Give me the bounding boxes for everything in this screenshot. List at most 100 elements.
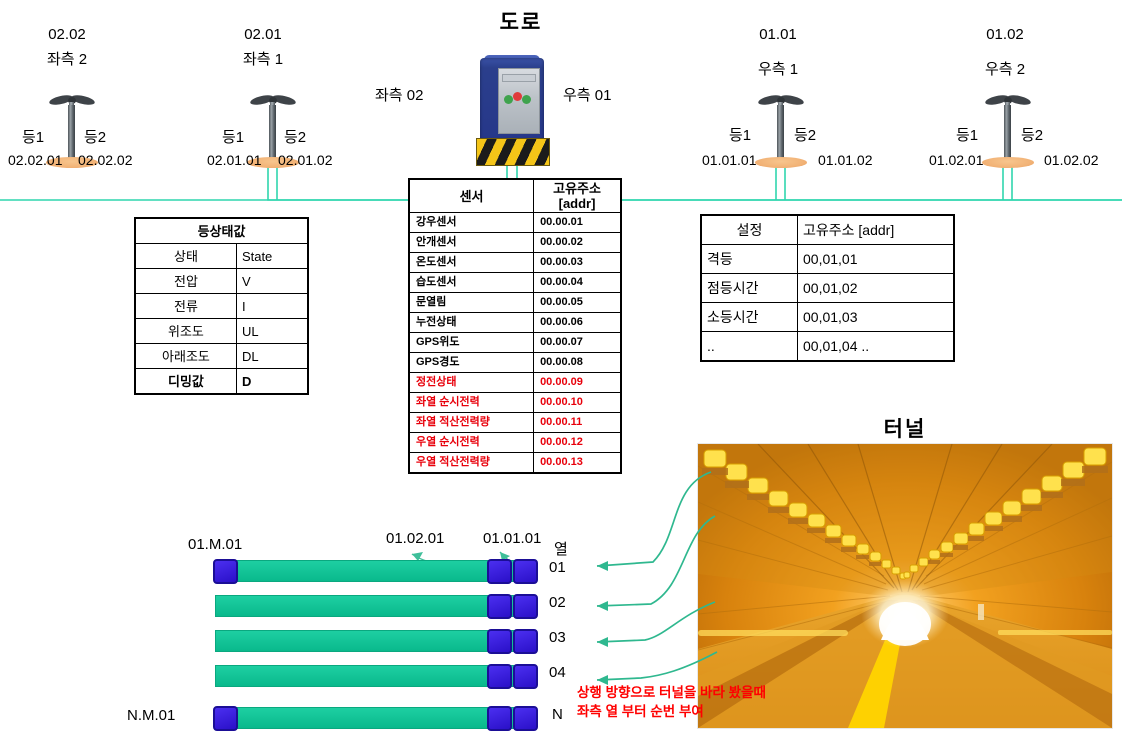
setting-address-table: 설정 고유주소 [addr] 격등 00,01,01 점등시간 00,01,02…	[700, 214, 955, 362]
sensor-name-0: 강우센서	[408, 212, 535, 233]
sensor-addr-0: 00.00.01	[533, 212, 622, 233]
lamp-state-value-5: D	[235, 368, 309, 395]
sensor-name-9: 좌열 순시전력	[408, 392, 535, 413]
grid-left-first-label: 01.M.01	[188, 536, 243, 553]
sensor-table-body: 센서 고유주소 [addr] 강우센서 00.00.01 안개센서 00.00.…	[408, 178, 622, 474]
lamp-state-value-3: UL	[235, 318, 309, 344]
pole-addr1-2: 01.01.01	[702, 152, 757, 168]
lamp-mast	[68, 105, 75, 163]
lamp-mast	[777, 105, 784, 163]
table-row: 정전상태 00.00.09	[408, 372, 622, 393]
sensor-name-2: 온도센서	[408, 252, 535, 273]
sensor-name-1: 안개센서	[408, 232, 535, 253]
pole-side-1: 좌측 1	[242, 51, 284, 68]
lamp-row-square-b-3	[487, 664, 512, 689]
lamp-row-bar-4	[215, 707, 515, 729]
pole-side-3: 우측 2	[984, 61, 1026, 78]
lamp-state-name-1: 전압	[134, 268, 237, 294]
pole-id-0: 02.02	[48, 26, 86, 43]
sensor-col-header-addr-line2: [addr]	[558, 196, 596, 211]
cabinet-logo-icon	[504, 92, 532, 106]
sensor-addr-6: 00.00.07	[533, 332, 622, 353]
lamp-row-square-b-4	[487, 706, 512, 731]
grid-left-last-label: N.M.01	[127, 707, 176, 724]
pole-addr2-3: 01.02.02	[1044, 152, 1099, 168]
table-row: 격등 00,01,01	[700, 244, 955, 274]
lamp-state-table: 등상태값 상태 State 전압 V 전류 I 위조도 UL 아래조도 DL 디…	[134, 217, 309, 395]
lamp-state-title: 등상태값	[134, 217, 309, 244]
sensor-name-12: 우열 적산전력량	[408, 452, 535, 474]
cabinet-left-label: 좌측 02	[375, 87, 424, 104]
sensor-addr-4: 00.00.05	[533, 292, 622, 313]
table-row: 안개센서 00.00.02	[408, 232, 622, 253]
lamp-state-name-2: 전류	[134, 293, 237, 319]
table-row: 누전상태 00.00.06	[408, 312, 622, 333]
pole-lamp2-label-0: 등2	[84, 129, 107, 146]
tunnel-to-row-arrows	[596, 471, 718, 685]
page-title-tunnel: 터널	[883, 418, 927, 441]
table-row: 전압 V	[134, 268, 309, 294]
page-title-road: 도로	[499, 11, 543, 34]
grid-row-label-0: 01	[549, 559, 566, 576]
lamp-state-name-0: 상태	[134, 243, 237, 269]
sensor-name-5: 누전상태	[408, 312, 535, 333]
table-row: 전류 I	[134, 293, 309, 319]
pole-lamp2-label-1: 등2	[284, 129, 307, 146]
table-row: 디밍값 D	[134, 368, 309, 395]
table-row: 온도센서 00.00.03	[408, 252, 622, 273]
pole-addr1-3: 01.02.01	[929, 152, 984, 168]
sensor-addr-3: 00.00.04	[533, 272, 622, 293]
lamp-row-square-b-0	[487, 559, 512, 584]
table-row: GPS위도 00.00.07	[408, 332, 622, 353]
sensor-address-table: 센서 고유주소 [addr] 강우센서 00.00.01 안개센서 00.00.…	[408, 178, 622, 474]
table-row: 문열림 00.00.05	[408, 292, 622, 313]
pole-addr1-1: 02.01.01	[207, 152, 262, 168]
lamp-row-square-a-3	[513, 664, 538, 689]
grid-row-label-2: 03	[549, 629, 566, 646]
cabinet-vent-slot	[502, 74, 536, 82]
lamp-state-name-5: 디밍값	[134, 368, 237, 395]
table-row: 좌열 순시전력 00.00.10	[408, 392, 622, 413]
lamp-state-value-2: I	[235, 293, 309, 319]
table-row: 강우센서 00.00.01	[408, 212, 622, 233]
control-cabinet	[476, 55, 550, 166]
grid-column-header: 열	[554, 541, 568, 558]
lamp-row-square-b-2	[487, 629, 512, 654]
lamp-row-bar-0	[215, 560, 515, 582]
table-header-row: 설정 고유주소 [addr]	[700, 214, 955, 245]
sensor-addr-2: 00.00.03	[533, 252, 622, 273]
lamp-mast	[1004, 105, 1011, 163]
lamp-state-value-4: DL	[235, 343, 309, 369]
sensor-name-8: 정전상태	[408, 372, 535, 393]
lamp-state-value-1: V	[235, 268, 309, 294]
cabinet-right-label: 우측 01	[563, 87, 612, 104]
setting-name-3: ..	[700, 331, 798, 362]
table-header-row: 센서 고유주소 [addr]	[408, 178, 622, 213]
pole-lamp2-label-3: 등2	[1021, 127, 1044, 144]
setting-col-header-addr: 고유주소 [addr]	[797, 214, 955, 245]
setting-name-1: 점등시간	[700, 273, 798, 303]
direction-note-line2: 좌측 열 부터 순번 부여	[577, 704, 704, 719]
sensor-name-11: 우열 순시전력	[408, 432, 535, 453]
lamp-state-table-body: 등상태값 상태 State 전압 V 전류 I 위조도 UL 아래조도 DL 디…	[134, 217, 309, 395]
table-row: 점등시간 00,01,02	[700, 273, 955, 303]
lamp-row-square-a-0	[513, 559, 538, 584]
sensor-name-10: 좌열 적산전력량	[408, 412, 535, 433]
cabinet-hazard-base	[476, 138, 550, 166]
pole-side-0: 좌측 2	[46, 51, 88, 68]
lamp-state-name-3: 위조도	[134, 318, 237, 344]
table-row: 아래조도 DL	[134, 343, 309, 369]
sensor-addr-8: 00.00.09	[533, 372, 622, 393]
pole-addr1-0: 02.02.01	[8, 152, 63, 168]
table-row: 상태 State	[134, 243, 309, 269]
table-row: 좌열 적산전력량 00.00.11	[408, 412, 622, 433]
setting-addr-1: 00,01,02	[797, 273, 955, 303]
grid-top-label-right: 01.01.01	[483, 530, 542, 547]
lamp-row-square-b-1	[487, 594, 512, 619]
pole-id-3: 01.02	[986, 26, 1024, 43]
sensor-addr-10: 00.00.11	[533, 412, 622, 433]
table-row: 위조도 UL	[134, 318, 309, 344]
setting-table-body: 설정 고유주소 [addr] 격등 00,01,01 점등시간 00,01,02…	[700, 214, 955, 362]
setting-name-0: 격등	[700, 244, 798, 274]
sensor-addr-1: 00.00.02	[533, 232, 622, 253]
